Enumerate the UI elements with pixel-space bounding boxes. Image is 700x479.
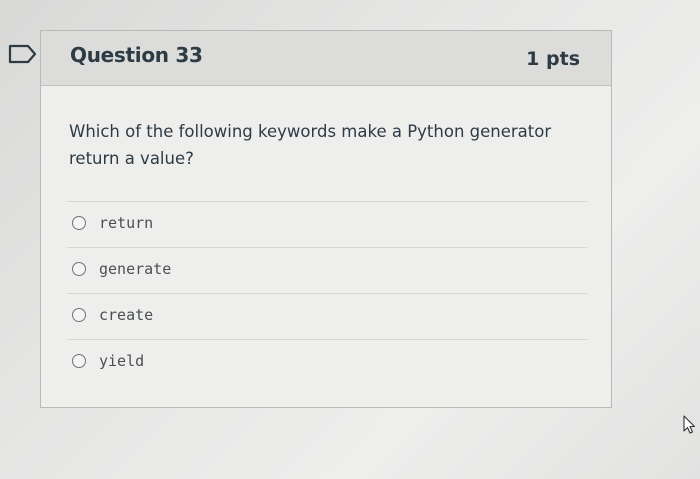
radio-button[interactable] <box>72 216 86 230</box>
answer-label: generate <box>99 260 172 278</box>
question-text: Which of the following keywords make a P… <box>69 122 552 168</box>
answer-option-return[interactable]: return <box>67 201 587 247</box>
answer-option-yield[interactable]: yield <box>67 339 587 385</box>
mouse-cursor-icon <box>683 415 696 434</box>
radio-button[interactable] <box>72 354 86 368</box>
answer-label: yield <box>99 352 145 370</box>
question-points: 1 pts <box>526 48 580 70</box>
radio-button[interactable] <box>72 262 86 276</box>
question-title: Question 33 <box>70 43 203 67</box>
answer-option-generate[interactable]: generate <box>67 247 587 293</box>
answer-option-create[interactable]: create <box>67 293 587 339</box>
answer-list: return generate create yield <box>67 201 587 385</box>
bookmark-flag-icon[interactable] <box>8 43 38 65</box>
question-header: Question 33 1 pts <box>41 31 611 86</box>
radio-button[interactable] <box>72 308 86 322</box>
answer-label: return <box>99 214 154 232</box>
question-card: Question 33 1 pts Which of the following… <box>40 30 612 408</box>
answer-label: create <box>99 306 154 324</box>
